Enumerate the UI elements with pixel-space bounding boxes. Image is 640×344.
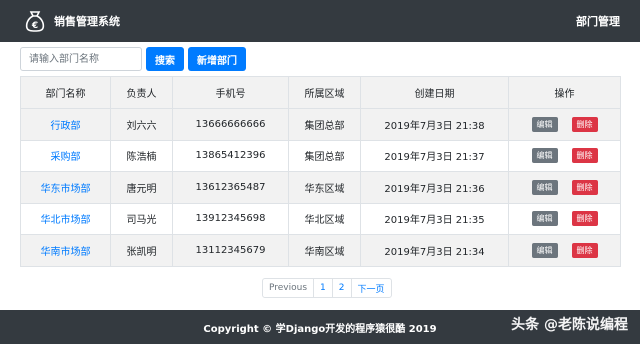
navbar: € 销售管理系统 部门管理 [0,0,640,42]
brand[interactable]: € 销售管理系统 [24,9,120,33]
phone-cell: 13666666666 [172,108,289,141]
created-cell: 2019年7月3日 21:36 [360,171,509,204]
manager-cell: 张凯明 [110,234,173,267]
toolbar: 搜索 新增部门 [20,47,246,71]
pagination-next[interactable]: 下一页 [350,278,392,298]
column-header-phone: 手机号 [172,76,289,109]
delete-button[interactable]: 删除 [571,148,598,164]
phone-cell: 13865412396 [172,139,289,172]
footer-copyright: Copyright © 学Django开发的程序猿很酷 2019 [203,323,437,335]
edit-button[interactable]: 编辑 [531,116,558,132]
table-row: 行政部 刘六六 13666666666 集团总部 2019年7月3日 21:38… [20,108,621,141]
manager-cell: 唐元明 [110,171,173,204]
department-name-link[interactable]: 行政部 [51,121,81,132]
column-header-actions: 操作 [508,76,621,109]
manager-cell: 司马光 [110,202,173,235]
money-bag-icon: € [24,9,46,33]
delete-button[interactable]: 删除 [571,179,598,195]
department-name-link[interactable]: 华北市场部 [41,215,91,226]
region-cell: 华南区域 [288,234,361,267]
table-row: 采购部 陈浩楠 13865412396 集团总部 2019年7月3日 21:37… [20,139,621,172]
phone-cell: 13912345698 [172,202,289,235]
app-title: 销售管理系统 [54,15,120,28]
nav-link-departments[interactable]: 部门管理 [576,13,620,29]
pagination-page-2[interactable]: 2 [331,278,352,298]
pagination-previous[interactable]: Previous [262,278,315,298]
region-cell: 集团总部 [288,139,361,172]
created-cell: 2019年7月3日 21:38 [360,108,509,141]
search-button[interactable]: 搜索 [146,47,184,71]
created-cell: 2019年7月3日 21:35 [360,202,509,235]
pagination: Previous 1 2 下一页 [262,278,392,298]
table-row: 华东市场部 唐元明 13612365487 华东区域 2019年7月3日 21:… [20,171,621,204]
department-table-container: 部门名称 负责人 手机号 所属区域 创建日期 操作 行政部 刘六六 136666… [20,76,621,267]
phone-cell: 13112345679 [172,234,289,267]
add-department-button[interactable]: 新增部门 [188,47,246,71]
edit-button[interactable]: 编辑 [531,148,558,164]
table-row: 华南市场部 张凯明 13112345679 华南区域 2019年7月3日 21:… [20,234,621,267]
column-header-created: 创建日期 [360,76,509,109]
department-name-link[interactable]: 华东市场部 [41,184,91,195]
table-header-row: 部门名称 负责人 手机号 所属区域 创建日期 操作 [20,76,621,109]
region-cell: 集团总部 [288,108,361,141]
created-cell: 2019年7月3日 21:37 [360,139,509,172]
created-cell: 2019年7月3日 21:34 [360,234,509,267]
region-cell: 华北区域 [288,202,361,235]
delete-button[interactable]: 删除 [571,116,598,132]
department-search-input[interactable] [20,47,142,71]
phone-cell: 13612365487 [172,171,289,204]
table-row: 华北市场部 司马光 13912345698 华北区域 2019年7月3日 21:… [20,202,621,235]
delete-button[interactable]: 删除 [571,211,598,227]
column-header-name: 部门名称 [20,76,111,109]
edit-button[interactable]: 编辑 [531,242,558,258]
department-name-link[interactable]: 华南市场部 [41,247,91,258]
department-name-link[interactable]: 采购部 [51,152,81,163]
pagination-page-1[interactable]: 1 [313,278,333,298]
department-table: 部门名称 负责人 手机号 所属区域 创建日期 操作 行政部 刘六六 136666… [20,76,621,267]
manager-cell: 刘六六 [110,108,173,141]
delete-button[interactable]: 删除 [571,242,598,258]
region-cell: 华东区域 [288,171,361,204]
column-header-region: 所属区域 [288,76,361,109]
edit-button[interactable]: 编辑 [531,179,558,195]
manager-cell: 陈浩楠 [110,139,173,172]
edit-button[interactable]: 编辑 [531,211,558,227]
column-header-manager: 负责人 [110,76,173,109]
svg-text:€: € [31,21,38,31]
watermark: 头条 @老陈说编程 [511,317,628,333]
